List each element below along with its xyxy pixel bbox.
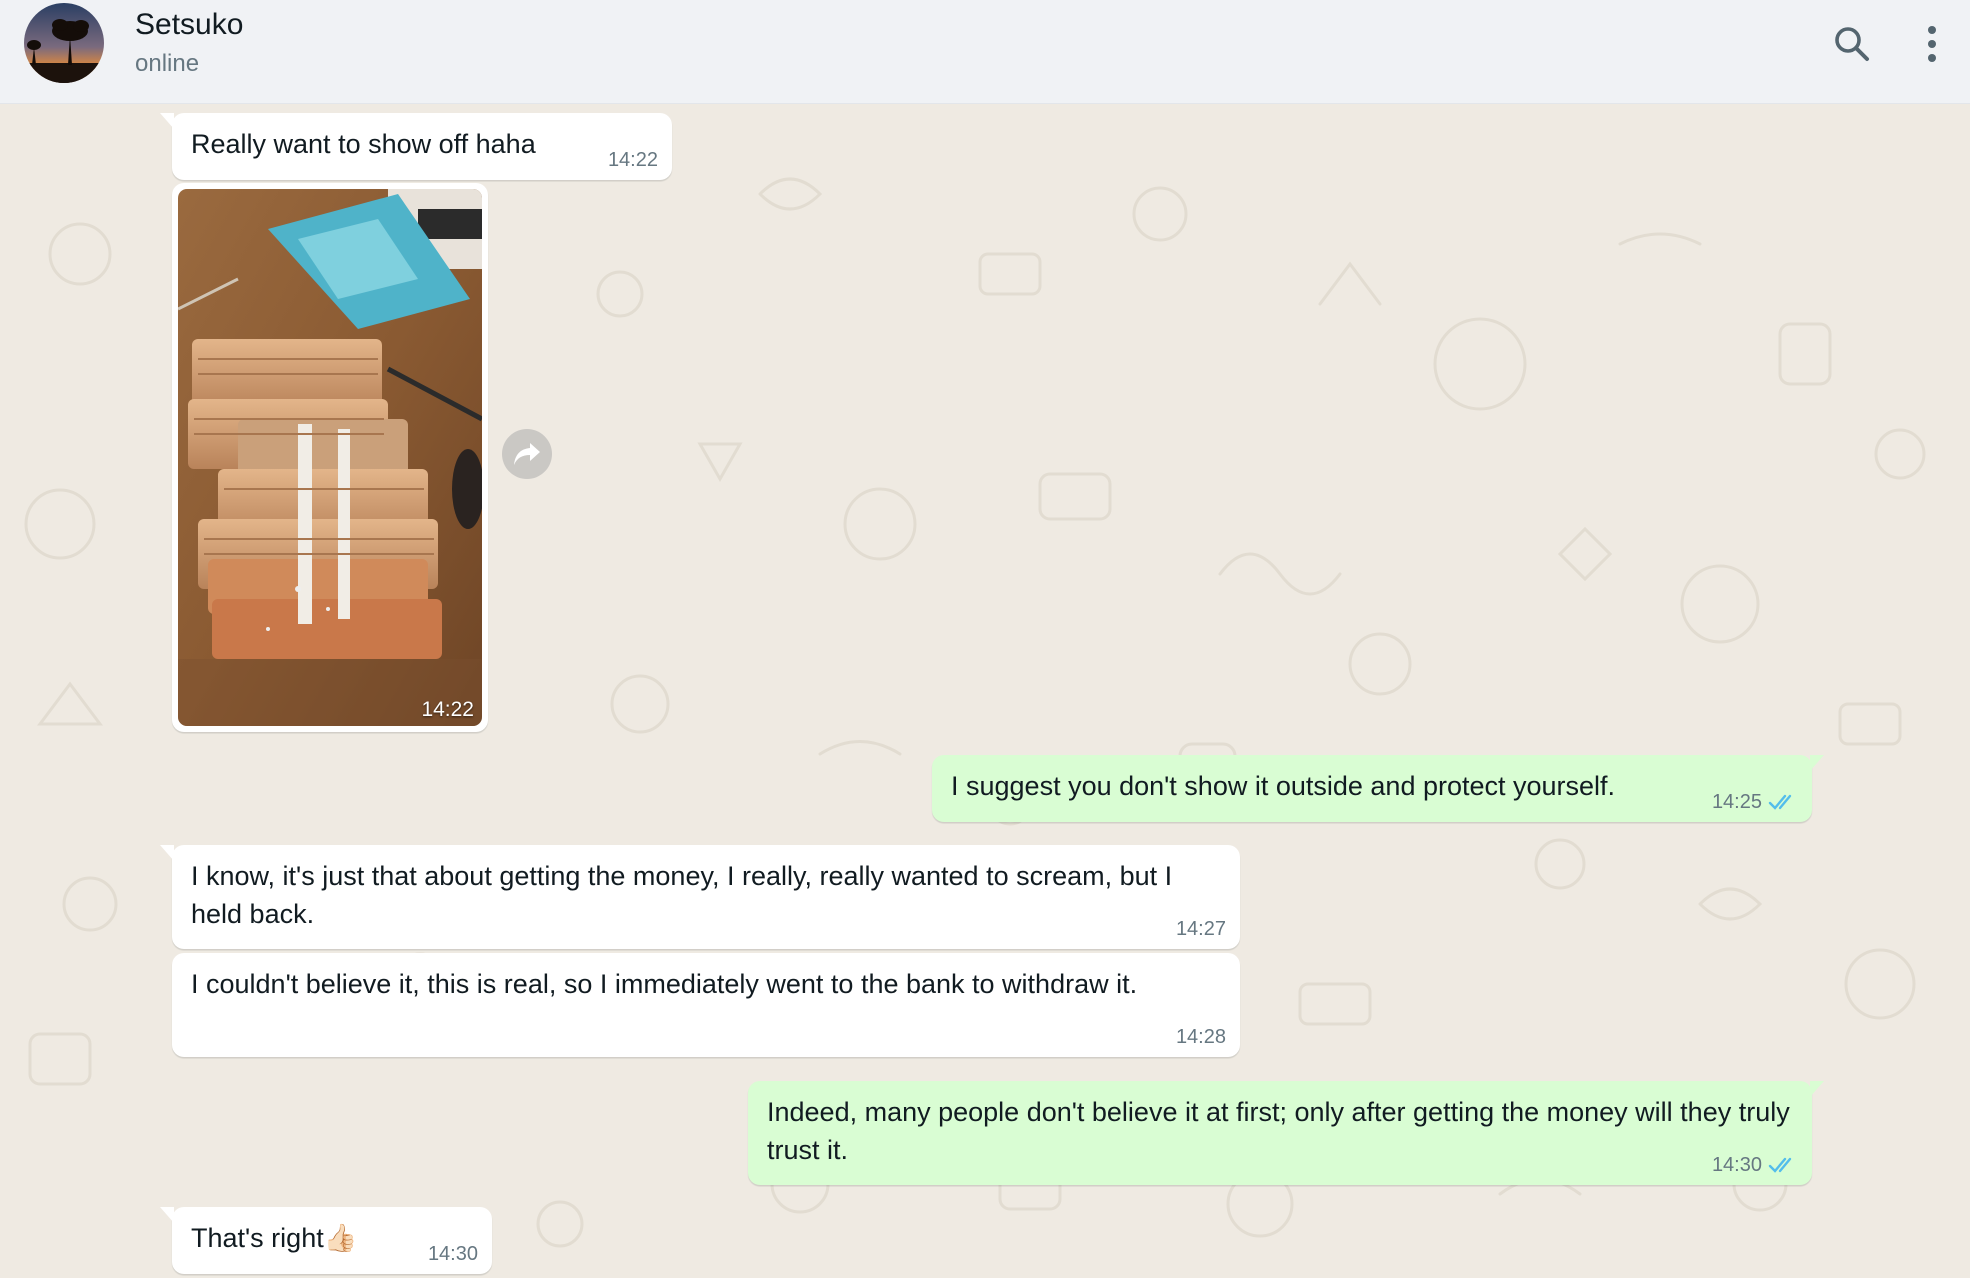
message-bubble-incoming[interactable]: That's right👍🏻 14:30: [160, 1207, 492, 1274]
message-bubble-incoming[interactable]: I couldn't believe it, this is real, so …: [172, 953, 1240, 1057]
double-check-read-icon: [1768, 1157, 1792, 1173]
avatar[interactable]: [24, 3, 104, 83]
contact-status: online: [135, 50, 200, 77]
message-list[interactable]: Really want to show off haha 14:22 14:22…: [0, 104, 1970, 1278]
bubble-tail: [1810, 755, 1824, 771]
money-photo[interactable]: [178, 189, 482, 726]
message-time: 14:22: [421, 698, 474, 721]
search-button[interactable]: [1826, 18, 1878, 70]
bubble-tail: [1810, 1081, 1824, 1097]
message-bubble-incoming[interactable]: Really want to show off haha 14:22: [160, 113, 672, 180]
image-message[interactable]: 14:22: [172, 183, 488, 732]
message-text: I know, it's just that about getting the…: [191, 861, 1173, 929]
message-time: 14:30: [427, 1243, 478, 1265]
forward-icon: [514, 443, 540, 465]
menu-button[interactable]: [1906, 18, 1958, 70]
bubble-tail: [160, 1207, 174, 1223]
message-time: 14:25: [1711, 791, 1762, 813]
chat-header: Setsuko online: [0, 0, 1970, 104]
more-vertical-icon: [1928, 26, 1936, 62]
contact-name[interactable]: Setsuko: [135, 8, 243, 42]
message-text: I suggest you don't show it outside and …: [951, 771, 1616, 801]
forward-button[interactable]: [502, 429, 552, 479]
message-time: 14:30: [1711, 1154, 1762, 1176]
message-text: Really want to show off haha: [191, 129, 536, 159]
search-icon: [1835, 27, 1869, 61]
message-text: I couldn't believe it, this is real, so …: [191, 969, 1138, 999]
message-time: 14:28: [1175, 1026, 1226, 1048]
message-bubble-outgoing[interactable]: Indeed, many people don't believe it at …: [748, 1081, 1824, 1185]
bubble-tail: [160, 113, 174, 129]
message-time: 14:27: [1175, 918, 1226, 940]
double-check-read-icon: [1768, 794, 1792, 810]
message-bubble-outgoing[interactable]: I suggest you don't show it outside and …: [932, 755, 1824, 822]
message-bubble-incoming[interactable]: I know, it's just that about getting the…: [160, 845, 1240, 949]
message-time: 14:22: [607, 149, 658, 171]
bubble-tail: [160, 845, 174, 861]
message-text: Indeed, many people don't believe it at …: [767, 1097, 1790, 1165]
